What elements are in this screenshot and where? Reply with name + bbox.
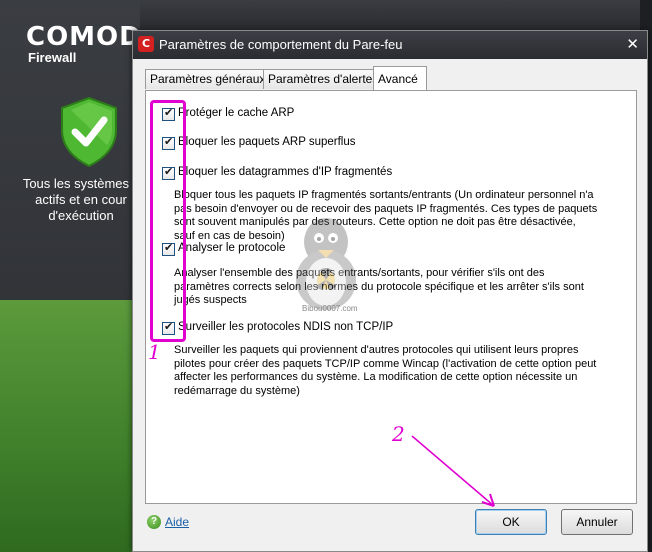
close-icon[interactable]: ✕ (626, 35, 639, 53)
help-label[interactable]: Aide (165, 515, 189, 529)
monitor-ndis-description: Surveiller les paquets qui proviennent d… (174, 344, 596, 398)
advanced-settings-panel: Protéger le cache ARP Bloquer les paquet… (145, 90, 637, 504)
description-line: sauf en cas de besoin) (174, 229, 285, 242)
dialog-title: Paramètres de comportement du Pare-feu (159, 37, 403, 52)
fragmented-ip-description: Bloquer tous les paquets IP fragmentés s… (174, 189, 597, 243)
description-line: jugés suspects (174, 294, 247, 306)
option-label: Bloquer les paquets ARP superflus (178, 136, 356, 148)
desktop-wallpaper (0, 300, 150, 552)
annotation-number-1: 1 (148, 340, 161, 364)
cancel-button[interactable]: Annuler (561, 509, 633, 535)
description-line: Analyser l'ensemble des paquets entrants… (174, 267, 545, 279)
watermark-text: Bibou0007.com (302, 304, 358, 313)
description-line: pas besoin d'envoyer ou de recevoir des … (174, 202, 598, 215)
shield-check-icon (61, 96, 117, 168)
description-line: affecter les performances du système. La… (174, 371, 578, 383)
tab-advanced[interactable]: Avancé (373, 66, 427, 90)
tab-general-settings[interactable]: Paramètres généraux (145, 69, 267, 89)
help-icon: ? (147, 515, 161, 529)
option-label: Surveiller les protocoles NDIS non TCP/I… (178, 321, 394, 333)
tab-alert-settings[interactable]: Paramètres d'alertes (263, 69, 379, 89)
description-line: Surveiller les paquets qui proviennent d… (174, 344, 579, 356)
description-line: paramètres corrects selon les normes du … (174, 280, 584, 293)
annotation-number-2: 2 (392, 422, 405, 446)
analyze-protocol-description: Analyser l'ensemble des paquets entrants… (174, 267, 584, 308)
option-label: Protéger le cache ARP (178, 107, 295, 119)
description-line: redémarrage du système) (174, 384, 300, 397)
comodo-logo: COMOD (26, 22, 142, 52)
system-status-text: Tous les systèmes s actifs et en cour d'… (22, 176, 140, 223)
annotation-checkbox-highlight (150, 100, 186, 342)
penguin-watermark-icon (296, 218, 356, 310)
description-line: pilotes pour créer des paquets TCP/IP co… (174, 357, 597, 370)
option-label: Analyser le protocole (178, 242, 286, 254)
description-line: Bloquer tous les paquets IP fragmentés s… (174, 189, 594, 201)
option-label: Bloquer les datagrammes d'IP fragmentés (178, 166, 393, 178)
dialog-titlebar[interactable]: C Paramètres de comportement du Pare-feu… (133, 31, 647, 59)
comodo-app-icon: C (138, 36, 154, 52)
product-name: Firewall (28, 50, 77, 65)
ok-button[interactable]: OK (475, 509, 547, 535)
firewall-settings-dialog: C Paramètres de comportement du Pare-feu… (132, 30, 648, 552)
description-line: sont souvent manipulés par des routeurs.… (174, 216, 576, 228)
